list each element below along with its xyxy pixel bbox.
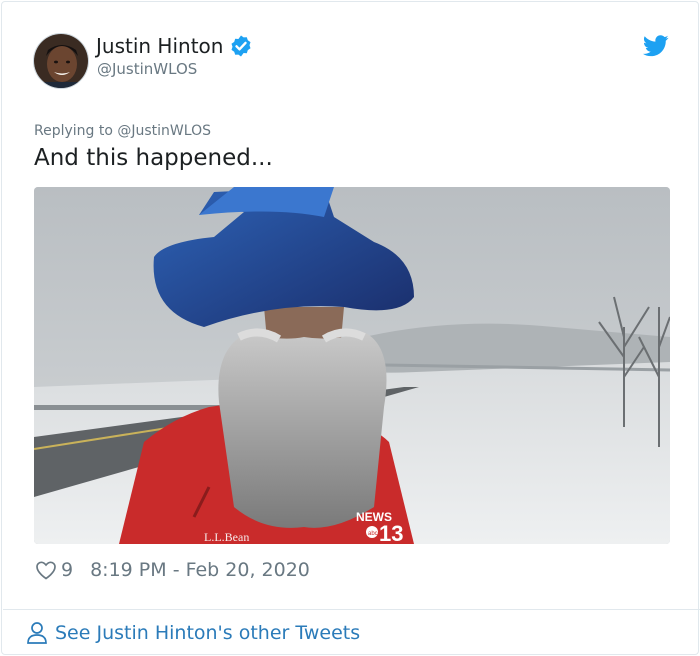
tweet-text: And this happened... (34, 145, 273, 171)
jacket-brand: L.L.Bean (204, 530, 249, 544)
wizard-filter-video-frame: NEWS 13 abc L.L.Bean (34, 187, 670, 544)
avatar-photo (34, 34, 88, 88)
twitter-bird-icon[interactable] (643, 35, 669, 57)
author-handle[interactable]: @JustinWLOS (97, 60, 197, 78)
channel-number: 13 (379, 521, 403, 544)
author-name-row[interactable]: Justin Hinton (96, 34, 253, 58)
avatar[interactable] (33, 33, 89, 89)
footer-divider (3, 609, 700, 610)
heart-icon[interactable] (34, 558, 58, 582)
tweet-timestamp[interactable]: 8:19 PM - Feb 20, 2020 (90, 559, 310, 581)
see-other-tweets-link[interactable]: See Justin Hinton's other Tweets (26, 620, 360, 646)
tweet-media-image[interactable]: NEWS 13 abc L.L.Bean (34, 187, 670, 544)
network-badge: abc (368, 531, 378, 537)
like-count[interactable]: 9 (61, 559, 73, 581)
tweet-meta-row: 9 8:19 PM - Feb 20, 2020 (34, 558, 310, 582)
see-other-tweets-label[interactable]: See Justin Hinton's other Tweets (55, 622, 360, 644)
verified-badge-icon (231, 35, 251, 57)
replying-to-label[interactable]: Replying to @JustinWLOS (34, 123, 211, 139)
tweet-card: Justin Hinton @JustinWLOS Replying to @J… (1, 1, 700, 655)
author-name[interactable]: Justin Hinton (96, 34, 223, 58)
person-icon (27, 622, 47, 644)
